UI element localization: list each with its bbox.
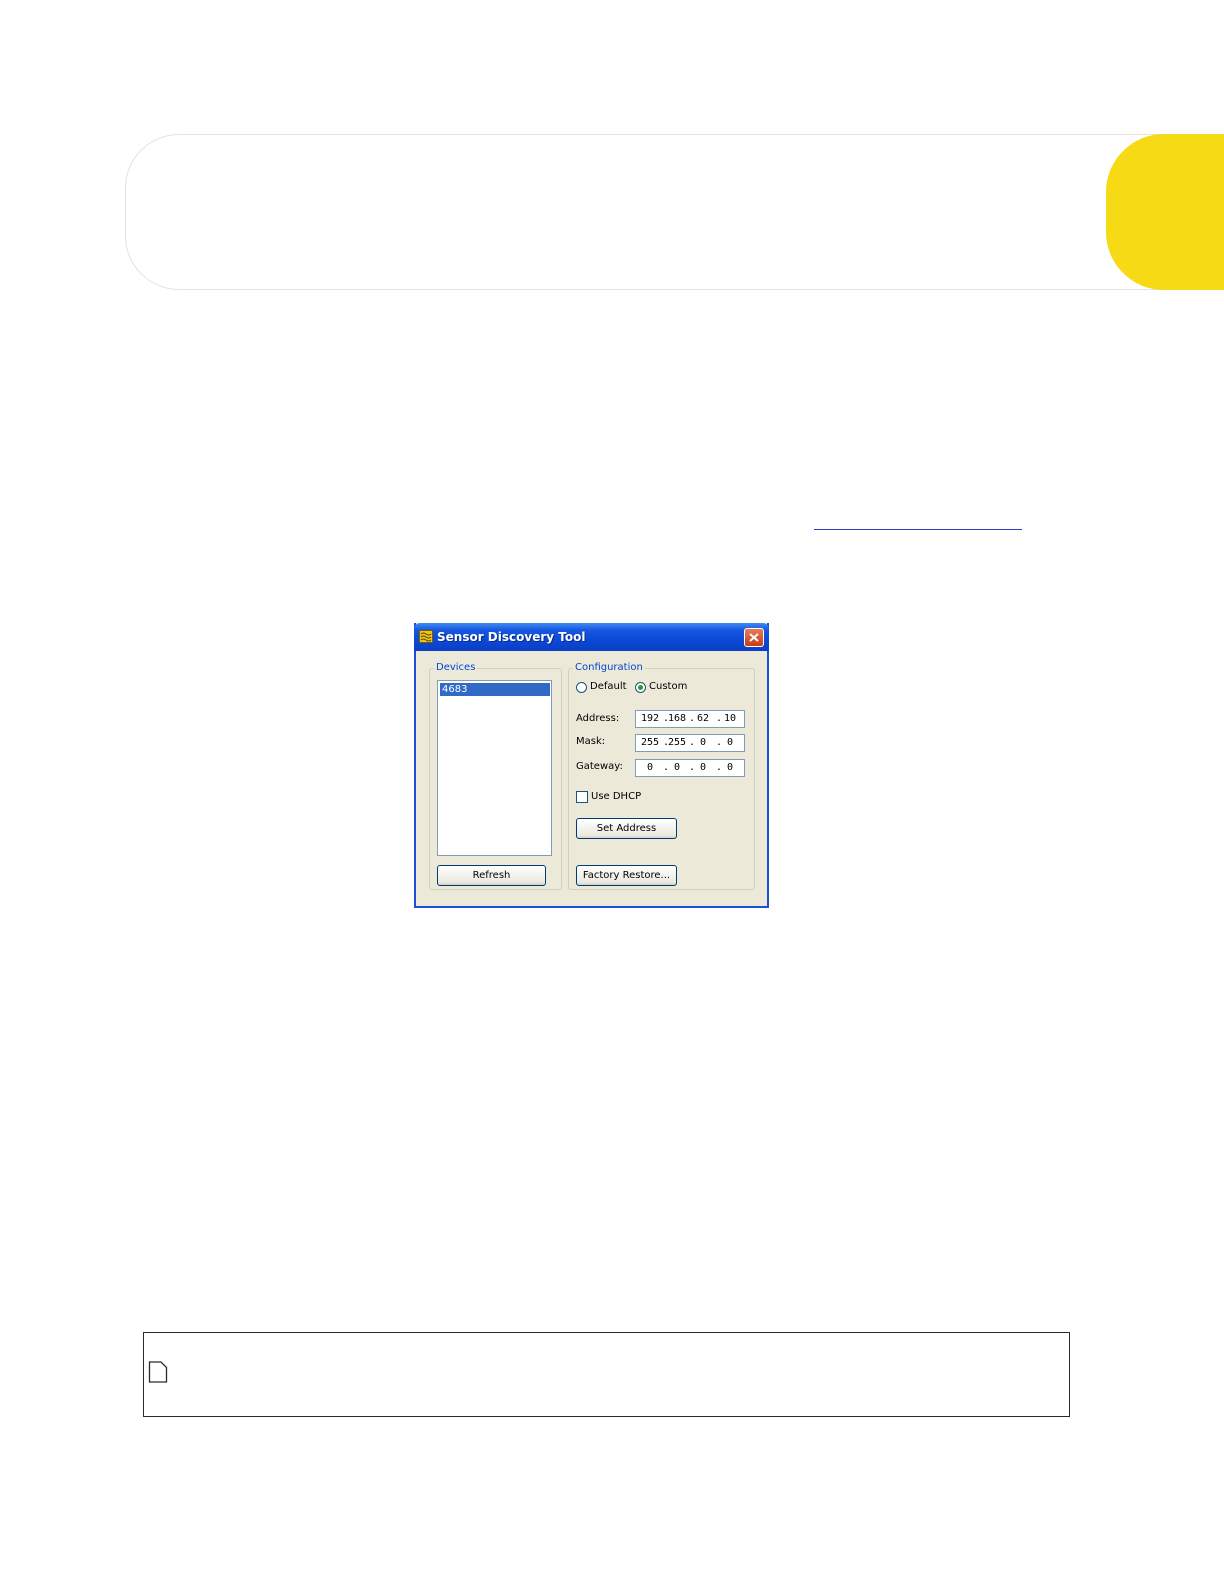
devices-group-label: Devices bbox=[434, 662, 478, 673]
address-field[interactable]: 192 . 168 . 62 . 10 bbox=[635, 710, 745, 728]
custom-radio-label[interactable]: Custom bbox=[649, 681, 687, 692]
devices-listbox[interactable]: 4683 bbox=[437, 680, 552, 856]
note-page-icon bbox=[148, 1361, 168, 1383]
note-box bbox=[143, 1332, 1070, 1417]
default-radio[interactable] bbox=[576, 682, 587, 693]
gateway-label: Gateway: bbox=[576, 761, 623, 772]
dialog-title: Sensor Discovery Tool bbox=[437, 630, 586, 644]
dialog-titlebar[interactable]: Sensor Discovery Tool bbox=[414, 623, 769, 651]
close-button[interactable] bbox=[744, 628, 764, 647]
set-address-button-label: Set Address bbox=[596, 823, 657, 834]
sensor-discovery-tool-dialog: Sensor Discovery Tool Devices 4683 Refre… bbox=[414, 623, 769, 908]
mask-octet-1: 255 bbox=[640, 737, 660, 748]
device-list-item[interactable]: 4683 bbox=[440, 683, 550, 696]
chapter-header-box bbox=[125, 134, 1224, 290]
configuration-group-label: Configuration bbox=[573, 662, 645, 673]
mask-octet-2: 255 bbox=[667, 737, 687, 748]
gateway-field[interactable]: 0 . 0 . 0 . 0 bbox=[635, 759, 745, 777]
factory-restore-button[interactable]: Factory Restore... bbox=[576, 865, 677, 886]
refresh-button[interactable]: Refresh bbox=[437, 865, 546, 886]
hyperlink-underline[interactable] bbox=[814, 529, 1022, 530]
mask-octet-4: 0 bbox=[726, 737, 734, 748]
factory-restore-button-label: Factory Restore... bbox=[582, 870, 671, 881]
close-icon bbox=[749, 633, 759, 642]
mask-field[interactable]: 255 . 255 . 0 . 0 bbox=[635, 734, 745, 752]
chapter-tab bbox=[1106, 134, 1224, 290]
set-address-button[interactable]: Set Address bbox=[576, 818, 677, 839]
configuration-group: Configuration bbox=[568, 662, 755, 890]
use-dhcp-label[interactable]: Use DHCP bbox=[591, 791, 641, 802]
default-radio-label[interactable]: Default bbox=[590, 681, 627, 692]
mask-label: Mask: bbox=[576, 736, 606, 747]
use-dhcp-checkbox[interactable] bbox=[576, 791, 588, 803]
gateway-octet-1: 0 bbox=[646, 762, 654, 773]
address-octet-1: 192 bbox=[640, 713, 660, 724]
address-octet-2: 168 bbox=[667, 713, 687, 724]
mask-octet-3: 0 bbox=[699, 737, 707, 748]
address-label: Address: bbox=[576, 713, 620, 724]
refresh-button-label: Refresh bbox=[472, 870, 511, 881]
address-octet-4: 10 bbox=[723, 713, 737, 724]
gateway-octet-4: 0 bbox=[726, 762, 734, 773]
custom-radio[interactable] bbox=[635, 682, 646, 693]
gateway-octet-2: 0 bbox=[673, 762, 681, 773]
custom-radio-selected-dot bbox=[638, 685, 643, 690]
gateway-octet-3: 0 bbox=[699, 762, 707, 773]
address-octet-3: 62 bbox=[696, 713, 710, 724]
sensor-app-icon bbox=[419, 630, 433, 643]
